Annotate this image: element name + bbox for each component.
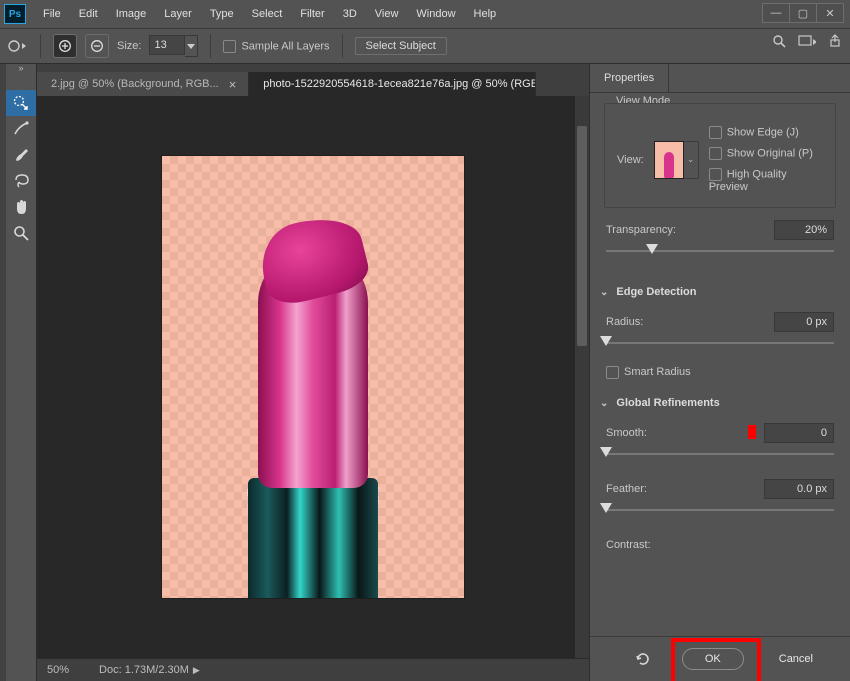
show-original-checkbox[interactable]: Show Original (P): [709, 147, 823, 160]
menu-view[interactable]: View: [366, 8, 408, 20]
vertical-scrollbar[interactable]: [575, 96, 589, 658]
feather-value[interactable]: 0.0 px: [764, 479, 834, 499]
share-icon[interactable]: [828, 34, 842, 48]
menu-image[interactable]: Image: [107, 8, 156, 20]
properties-tab[interactable]: Properties: [590, 64, 669, 92]
hand-tool[interactable]: [6, 194, 36, 220]
global-refinements-section[interactable]: ⌄Global Refinements: [590, 379, 850, 415]
zoom-tool[interactable]: [6, 220, 36, 246]
smooth-slider[interactable]: [606, 445, 834, 463]
ok-button[interactable]: OK: [682, 648, 744, 670]
menu-bar: Ps FileEditImageLayerTypeSelectFilter3DV…: [0, 0, 850, 28]
search-icon[interactable]: [772, 34, 786, 48]
lasso-tool[interactable]: [6, 168, 36, 194]
feather-slider[interactable]: [606, 501, 834, 519]
brush-size-label: Size:: [117, 40, 141, 52]
transparency-label: Transparency:: [606, 224, 676, 236]
window-controls: — ▢ ✕: [763, 3, 844, 23]
menu-3d[interactable]: 3D: [334, 8, 366, 20]
properties-panel: Properties View Mode View: ⌄ Show: [589, 64, 850, 681]
reset-icon[interactable]: [634, 650, 652, 668]
document-tab-inactive[interactable]: 2.jpg @ 50% (Background, RGB... ×: [37, 72, 249, 96]
radius-value[interactable]: 0 px: [774, 312, 834, 332]
contrast-label: Contrast:: [606, 539, 651, 551]
menu-layer[interactable]: Layer: [155, 8, 201, 20]
sample-all-layers-checkbox[interactable]: Sample All Layers: [223, 40, 329, 53]
edge-detection-section[interactable]: ⌄Edge Detection: [590, 268, 850, 304]
document-size[interactable]: Doc: 1.73M/2.30M▶: [99, 664, 200, 676]
menu-type[interactable]: Type: [201, 8, 243, 20]
brush-size-dropdown[interactable]: [185, 35, 198, 57]
status-bar: 50% Doc: 1.73M/2.30M▶: [37, 658, 589, 681]
document-tab-label: 2.jpg @ 50% (Background, RGB...: [51, 78, 219, 90]
high-quality-preview-checkbox[interactable]: High Quality Preview: [709, 168, 823, 193]
document-tab-active[interactable]: photo-1522920554618-1ecea821e76a.jpg @ 5…: [249, 72, 536, 96]
menu-file[interactable]: File: [34, 8, 70, 20]
menu-select[interactable]: Select: [243, 8, 292, 20]
menu-filter[interactable]: Filter: [291, 8, 333, 20]
view-mode-dropdown[interactable]: ⌄: [684, 141, 699, 179]
left-toolbar: »: [6, 64, 37, 681]
menu-edit[interactable]: Edit: [70, 8, 107, 20]
add-to-selection-button[interactable]: [53, 34, 77, 58]
document-canvas[interactable]: [162, 156, 464, 598]
window-minimize-button[interactable]: —: [762, 3, 790, 23]
radius-label: Radius:: [606, 316, 643, 328]
document-tabs: 2.jpg @ 50% (Background, RGB... × photo-…: [37, 64, 589, 96]
toolbar-expand-handle[interactable]: »: [6, 63, 36, 73]
transparency-value[interactable]: 20%: [774, 220, 834, 240]
smooth-value[interactable]: 0: [764, 423, 834, 443]
window-maximize-button[interactable]: ▢: [789, 3, 817, 23]
select-subject-button[interactable]: Select Subject: [355, 37, 447, 55]
cancel-button[interactable]: Cancel: [756, 648, 836, 670]
brush-size-input[interactable]: 13: [149, 35, 185, 55]
show-edge-checkbox[interactable]: Show Edge (J): [709, 126, 823, 139]
canvas-artwork: [248, 478, 378, 598]
transparency-slider[interactable]: [606, 242, 834, 260]
menu-help[interactable]: Help: [465, 8, 506, 20]
document-tab-label: photo-1522920554618-1ecea821e76a.jpg @ 5…: [263, 78, 536, 90]
feather-label: Feather:: [606, 483, 647, 495]
app-logo: Ps: [4, 4, 26, 24]
panel-tab-bar: Properties: [590, 64, 850, 93]
options-bar: Size: 13 Sample All Layers Select Subjec…: [0, 28, 850, 64]
workspace-switcher-icon[interactable]: [798, 34, 816, 48]
menu-window[interactable]: Window: [407, 8, 464, 20]
smart-radius-checkbox[interactable]: Smart Radius: [606, 366, 691, 378]
view-mode-thumbnail[interactable]: [654, 141, 684, 179]
view-label: View:: [617, 154, 644, 166]
brush-tool[interactable]: [6, 142, 36, 168]
tool-preset-dropdown[interactable]: [6, 37, 28, 55]
panel-bottom-bar: OK Cancel: [590, 636, 850, 681]
quick-selection-tool[interactable]: [6, 90, 36, 116]
smooth-label: Smooth:: [606, 427, 647, 439]
refine-edge-brush-tool[interactable]: [6, 116, 36, 142]
close-icon[interactable]: ×: [229, 77, 237, 92]
zoom-level[interactable]: 50%: [47, 664, 69, 676]
annotation-marker: [748, 425, 756, 439]
canvas-area[interactable]: [37, 96, 589, 658]
view-mode-group: View Mode View: ⌄ Show Edge (J) Show Ori…: [590, 93, 850, 212]
subtract-from-selection-button[interactable]: [85, 34, 109, 58]
radius-slider[interactable]: [606, 334, 834, 352]
window-close-button[interactable]: ✕: [816, 3, 844, 23]
